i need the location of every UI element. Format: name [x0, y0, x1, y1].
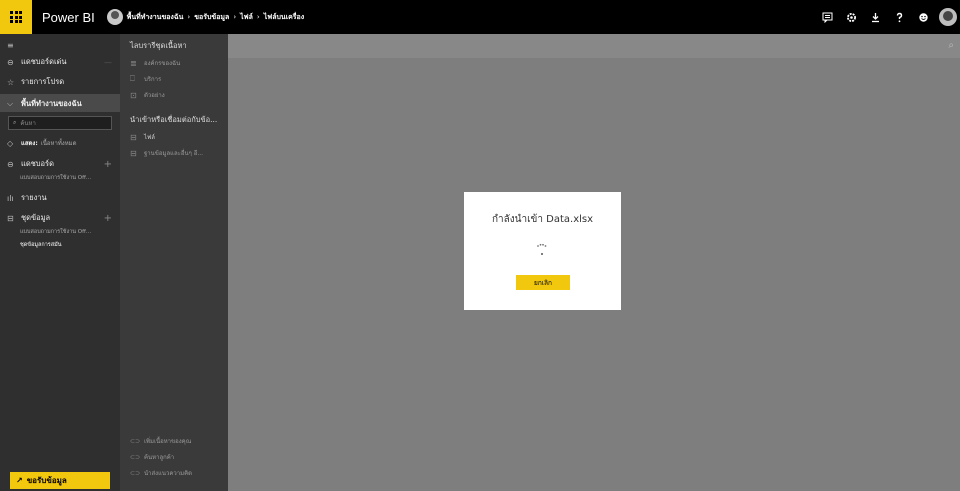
left-navigation: ≡ ⊖ แดชบอร์ดเด่น — ☆ รายการโปรด ⌵ พื้นที…	[0, 34, 120, 491]
dataset-icon: ⊟	[7, 213, 14, 223]
content-pack-library-header: ไลบรารีชุดเนื้อหา	[130, 41, 187, 50]
dataset-list-item[interactable]: ชุดข้อมูลการสมัน	[20, 241, 61, 249]
import-connect-header: นำเข้าหรือเชื่อมต่อกับข้อ...	[130, 115, 218, 124]
link-icon: ⊂⊃	[130, 437, 141, 445]
star-icon: ☆	[7, 77, 15, 87]
nav-item-reports[interactable]: ılı รายงาน	[0, 192, 120, 204]
arrow-up-right-icon: ↗	[16, 476, 23, 485]
collapse-line-icon: —	[104, 57, 112, 67]
nav-label: ชุดข้อมูล	[21, 213, 51, 222]
panel-item-my-organization[interactable]: ≣ องค์กรของฉัน	[130, 58, 180, 68]
panel-item-label: ฐานข้อมูลและอื่นๆ อี...	[144, 150, 204, 157]
nav-label: พื้นที่ทำงานของฉัน	[21, 99, 82, 108]
link-icon: ⊂⊃	[130, 453, 141, 461]
top-bar-actions	[815, 0, 960, 34]
chevron-down-icon: ⌵	[7, 99, 14, 108]
workspace-avatar	[106, 9, 123, 25]
dashboard-icon: ⊖	[7, 159, 14, 169]
nav-label: รายการโปรด	[21, 77, 65, 86]
apps-icon	[10, 11, 22, 23]
hamburger-icon: ≡	[7, 41, 14, 50]
app-title[interactable]: Power BI	[42, 10, 95, 25]
import-progress-dialog: กำลังนำเข้า Data.xlsx ยกเลิก	[464, 192, 621, 310]
panel-item-label: ตัวอย่าง	[144, 92, 165, 99]
feedback-icon[interactable]	[815, 0, 839, 34]
main-header-strip	[228, 34, 960, 58]
breadcrumb: พื้นที่ทำงานของฉัน › ขอรับข้อมูล › ไฟล์ …	[127, 12, 304, 23]
dashboard-icon: ⊖	[7, 57, 14, 67]
panel-link-publish-content[interactable]: ⊂⊃ เพิ่มเนื้อหาของคุณ	[130, 436, 191, 446]
eye-icon: ◇	[7, 138, 14, 148]
dataset-list-item[interactable]: แบบสอบถามการใช้งาน Off...	[20, 228, 91, 236]
get-data-button[interactable]: ↗ ขอรับข้อมูล	[10, 472, 110, 489]
settings-icon[interactable]	[839, 0, 863, 34]
nav-label: รายงาน	[21, 193, 47, 202]
panel-item-files[interactable]: ⊟ ไฟล์	[130, 132, 155, 142]
samples-icon: ⊡	[130, 90, 137, 100]
breadcrumb-my-workspace[interactable]: พื้นที่ทำงานของฉัน	[127, 12, 184, 23]
organization-icon: ≣	[130, 58, 137, 68]
search-input[interactable]: ⌕ ค้นหา	[8, 116, 112, 130]
search-icon: ⌕	[13, 119, 17, 126]
panel-item-databases[interactable]: ⊟ ฐานข้อมูลและอื่นๆ อี...	[130, 148, 203, 158]
dashboard-list-item[interactable]: แบบสอบถามการใช้งาน Off...	[20, 174, 91, 182]
panel-item-label: องค์กรของฉัน	[144, 60, 181, 67]
loading-spinner-icon	[537, 243, 547, 255]
user-avatar[interactable]	[939, 8, 957, 26]
panel-item-label: ไฟล์	[144, 134, 155, 141]
add-dataset-icon[interactable]: +	[104, 213, 112, 224]
content-filter[interactable]: ◇ แสดง: เนื้อหาทั้งหมด	[0, 138, 120, 148]
breadcrumb-get-data[interactable]: ขอรับข้อมูล	[194, 12, 229, 23]
top-bar: Power BI พื้นที่ทำงานของฉัน › ขอรับข้อมู…	[0, 0, 960, 34]
nav-item-favorite-dashboards[interactable]: ⊖ แดชบอร์ดเด่น —	[0, 56, 120, 68]
services-icon: ⎕	[130, 74, 135, 83]
breadcrumb-separator-icon: ›	[187, 13, 191, 21]
panel-item-label: บริการ	[144, 76, 162, 83]
nav-item-favorites[interactable]: ☆ รายการโปรด	[0, 76, 120, 88]
nav-label: แดชบอร์ดเด่น	[21, 57, 67, 66]
smiley-icon[interactable]	[911, 0, 935, 34]
panel-link-submit-idea[interactable]: ⊂⊃ นำส่งแนวความคิด	[130, 468, 192, 478]
dialog-title: กำลังนำเข้า Data.xlsx	[491, 214, 594, 225]
panel-item-label: เพิ่มเนื้อหาของคุณ	[144, 438, 192, 445]
breadcrumb-separator-icon: ›	[233, 13, 237, 21]
download-icon[interactable]	[863, 0, 887, 34]
breadcrumb-local-file: ไฟล์บนเครื่อง	[263, 12, 305, 21]
nav-label: แดชบอร์ด	[21, 159, 54, 168]
cancel-button[interactable]: ยกเลิก	[516, 275, 570, 290]
get-data-panel: ไลบรารีชุดเนื้อหา ≣ องค์กรของฉัน ⎕ บริกา…	[120, 34, 228, 491]
search-placeholder: ค้นหา	[20, 120, 36, 127]
breadcrumb-separator-icon: ›	[256, 13, 260, 21]
filter-label: แสดง:	[21, 140, 38, 147]
nav-item-dashboards[interactable]: ⊖ แดชบอร์ด +	[0, 158, 120, 170]
link-icon: ⊂⊃	[130, 469, 141, 477]
panel-item-label: นำส่งแนวความคิด	[144, 470, 193, 477]
get-data-label: ขอรับข้อมูล	[26, 476, 67, 485]
file-icon: ⊟	[130, 132, 137, 142]
nav-item-datasets[interactable]: ⊟ ชุดข้อมูล +	[0, 212, 120, 224]
report-icon: ılı	[7, 193, 14, 203]
panel-link-find-customers[interactable]: ⊂⊃ ค้นหาลูกค้า	[130, 452, 174, 462]
panel-item-samples[interactable]: ⊡ ตัวอย่าง	[130, 90, 165, 100]
nav-menu-toggle[interactable]: ≡	[0, 41, 120, 50]
help-icon[interactable]	[887, 0, 911, 34]
filter-value: เนื้อหาทั้งหมด	[40, 140, 77, 147]
panel-item-services[interactable]: ⎕ บริการ	[130, 74, 161, 84]
search-icon[interactable]: ⌕	[948, 40, 954, 51]
database-icon: ⊟	[130, 148, 137, 158]
nav-item-my-workspace-label[interactable]: ⌵ พื้นที่ทำงานของฉัน	[0, 98, 120, 110]
breadcrumb-files[interactable]: ไฟล์	[240, 12, 253, 23]
app-launcher-button[interactable]	[0, 0, 32, 34]
panel-item-label: ค้นหาลูกค้า	[144, 454, 175, 461]
add-dashboard-icon[interactable]: +	[104, 159, 112, 170]
